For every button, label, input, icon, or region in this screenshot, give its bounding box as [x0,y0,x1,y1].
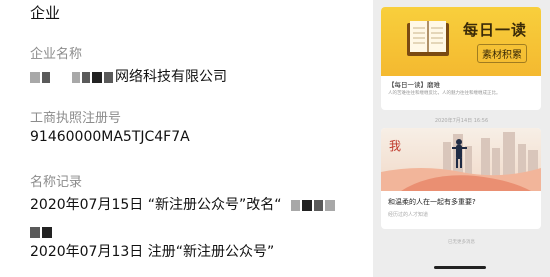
redaction-block [42,227,52,238]
redaction-block [82,71,90,83]
article-summary: 人的苦难往往和缠缠反比，人的魅力往往和缠缠成正比。 [388,91,501,96]
company-name-value: 网络科技有限公司 [30,66,227,86]
home-indicator[interactable] [434,266,486,269]
name-record-1: 2020年07月15日 “新注册公众号”改名“ [30,194,337,214]
redaction-block [302,199,313,211]
article-cover-image: 我 [381,128,541,191]
feed-end-note: 已无更多消息 [448,240,475,245]
article-card-gentle-people[interactable]: 我 和温柔的人在一起有多重要? 经历过的人才知道 [381,128,541,229]
article-card-daily-read[interactable]: 每日一读 素材积累 【每日一读】磨难 人的苦难往往和缠缠反比，人的魅力往往和缠缠… [381,7,541,110]
redaction-block [314,199,324,211]
name-record-1-text: 2020年07月15日 “新注册公众号”改名“ [30,197,282,213]
redaction-block [72,71,80,83]
redaction-block [92,71,102,83]
name-record-2: 2020年07月13日 注册“新注册公众号” [30,244,275,260]
svg-text:我: 我 [389,139,401,153]
redaction-block [30,71,40,83]
banner-subtitle: 素材积累 [477,44,527,63]
company-name-label: 企业名称 [30,47,83,62]
company-name-text: 网络科技有限公司 [115,69,227,85]
article-feed-panel: 每日一读 素材积累 【每日一读】磨难 人的苦难往往和缠缠反比，人的魅力往往和缠缠… [373,0,550,277]
book-icon [407,21,449,56]
redaction-block [104,71,113,83]
article-title: 和温柔的人在一起有多重要? [388,198,476,206]
article-headline: 【每日一读】磨难 [388,81,440,89]
article-subtitle: 经历过的人才知道 [388,212,429,218]
section-title: 企业 [30,4,61,22]
redaction-block [30,227,40,238]
article-banner: 每日一读 素材积累 [381,7,541,76]
registration-label: 工商执照注册号 [30,111,122,126]
redaction-block [291,199,301,211]
redaction-block [325,199,336,211]
banner-title: 每日一读 [463,21,528,39]
name-record-1-continued [30,222,54,241]
message-timestamp: 2020年7月14日 16:56 [434,118,489,124]
name-history-label: 名称记录 [30,175,83,190]
registration-number: 91460000MA5TJC4F7A [30,129,190,145]
redaction-block [42,71,50,83]
